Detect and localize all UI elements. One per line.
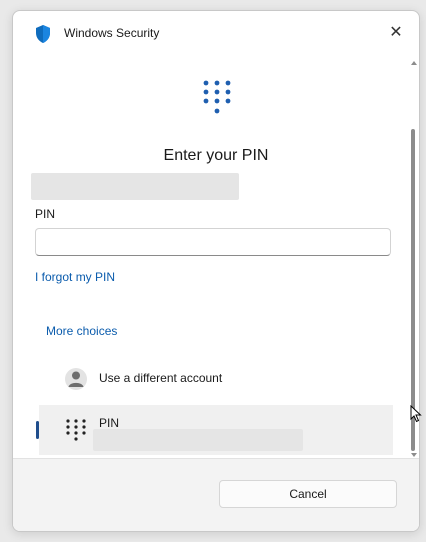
close-icon: ✕	[389, 24, 403, 41]
option-pin[interactable]: PIN	[36, 405, 393, 455]
forgot-pin-link[interactable]: I forgot my PIN	[35, 270, 115, 284]
more-choices-link[interactable]: More choices	[46, 324, 117, 338]
keypad-icon	[203, 80, 231, 114]
mouse-cursor-icon	[410, 405, 422, 423]
pin-field-label: PIN	[35, 207, 56, 221]
redacted-pin-detail	[93, 429, 303, 451]
page-title: Enter your PIN	[163, 147, 269, 164]
redacted-account-name	[31, 173, 239, 200]
scroll-thumb[interactable]	[411, 129, 415, 451]
option-label: PIN	[99, 416, 120, 430]
pin-input[interactable]	[35, 228, 391, 256]
person-icon	[65, 368, 87, 390]
cancel-button[interactable]: Cancel	[219, 480, 397, 508]
title-bar: Windows Security ✕	[13, 11, 419, 55]
dialog-footer: Cancel	[13, 458, 419, 531]
shield-icon	[36, 25, 50, 43]
scrollbar[interactable]	[409, 55, 419, 460]
scroll-up-icon[interactable]	[410, 59, 418, 67]
option-different-account[interactable]: Use a different account	[39, 354, 393, 404]
keypad-icon	[66, 419, 86, 441]
windows-security-dialog: Windows Security ✕ Enter your PIN PIN I …	[12, 10, 420, 532]
close-button[interactable]: ✕	[383, 21, 409, 45]
selection-indicator	[36, 421, 39, 439]
window-title: Windows Security	[64, 26, 160, 40]
option-label: Use a different account	[99, 371, 223, 385]
